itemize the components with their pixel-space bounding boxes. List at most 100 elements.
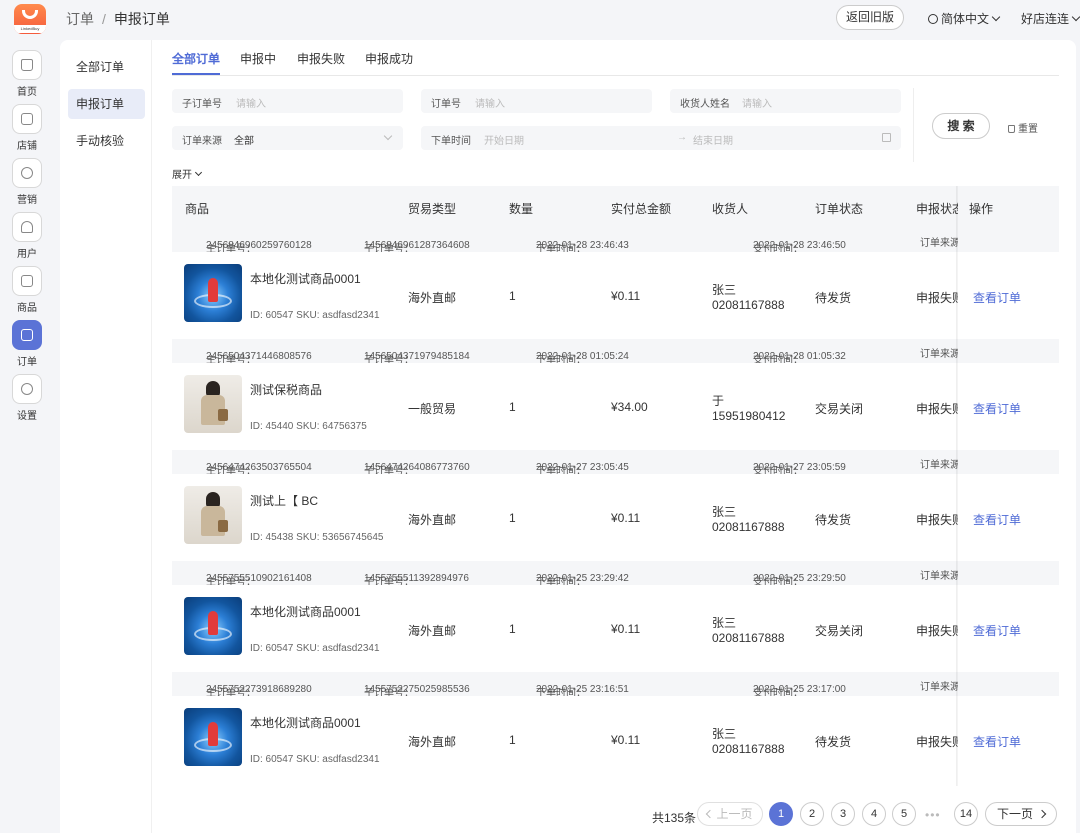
pay-time: 2022-01-25 23:17:00 [753, 684, 846, 695]
product-image[interactable] [184, 375, 242, 433]
page-ellipsis[interactable]: ••• [925, 808, 941, 822]
tab-all-orders[interactable]: 全部订单 [172, 50, 221, 75]
home-icon [12, 50, 42, 80]
page-1[interactable]: 1 [769, 802, 793, 826]
chevron-down-icon [1071, 12, 1080, 22]
quantity: 1 [509, 622, 516, 636]
trade-type: 海外直邮 [408, 291, 457, 305]
sidebar-item-product[interactable]: 商品 [10, 266, 44, 314]
column-header-amount: 实付总金额 [611, 202, 672, 216]
page-4[interactable]: 4 [862, 802, 886, 826]
sidebar-item-user[interactable]: 用户 [10, 212, 44, 260]
column-header-quantity: 数量 [509, 202, 534, 216]
actions-column: 操作 查看订单 查看订单 查看订单 查看订单 查看订单 [958, 186, 1059, 786]
view-order-link[interactable]: 查看订单 [973, 733, 1021, 750]
end-date-input[interactable]: 结束日期 [693, 132, 733, 147]
order-no-field[interactable]: 订单号 请输入 [421, 89, 652, 113]
page-14[interactable]: 14 [954, 802, 978, 826]
sidebar-item-order[interactable]: 订单 [10, 320, 44, 368]
prev-page-button[interactable]: 上一页 [697, 802, 763, 826]
quantity: 1 [509, 733, 516, 747]
field-placeholder: 请输入 [742, 99, 772, 110]
sidebar-item-marketing[interactable]: 营销 [10, 158, 44, 206]
page-2[interactable]: 2 [800, 802, 824, 826]
breadcrumb-orders[interactable]: 订单 [66, 11, 94, 27]
subnav-declared-orders[interactable]: 申报订单 [68, 89, 145, 119]
product-name[interactable]: 本地化测试商品0001 [250, 714, 361, 731]
product-image[interactable] [184, 264, 242, 322]
tab-declare-success[interactable]: 申报成功 [365, 50, 413, 75]
quantity: 1 [509, 289, 516, 303]
receiver-name: 张三 [712, 616, 737, 630]
sidebar-item-settings[interactable]: 设置 [10, 374, 44, 422]
sidebar-label: 店铺 [17, 141, 37, 152]
user-name: 好店连连 [1021, 12, 1070, 26]
language-selector[interactable]: 简体中文 [928, 10, 1001, 27]
search-button[interactable]: 搜 索 [932, 113, 990, 139]
view-order-link[interactable]: 查看订单 [973, 400, 1021, 417]
receiver-phone: 02081167888 [712, 520, 785, 534]
order-time-range[interactable]: 下单时间 开始日期 → 结束日期 [421, 126, 901, 150]
reset-button[interactable]: 重置 [1008, 120, 1038, 135]
view-order-link[interactable]: 查看订单 [973, 511, 1021, 528]
product-image[interactable] [184, 708, 242, 766]
expand-toggle[interactable]: 展开 [172, 166, 203, 181]
sidebar-label: 营销 [17, 195, 37, 206]
back-to-old-version-button[interactable]: 返回旧版 [836, 5, 904, 30]
sub-order-no-field[interactable]: 子订单号 请输入 [172, 89, 403, 113]
start-date-input[interactable]: 开始日期 [484, 132, 524, 147]
main-order-no: 2455755510902161408 [206, 573, 312, 584]
sidebar-label: 首页 [17, 87, 37, 98]
receiver-name: 张三 [712, 505, 737, 519]
trade-type: 海外直邮 [408, 624, 457, 638]
product-image[interactable] [184, 486, 242, 544]
language-label: 简体中文 [941, 12, 990, 26]
page-5[interactable]: 5 [892, 802, 916, 826]
next-label: 下一页 [996, 807, 1033, 821]
trade-type: 海外直邮 [408, 513, 457, 527]
chevron-left-icon [706, 809, 715, 819]
sidebar-item-home[interactable]: 首页 [10, 50, 44, 98]
view-order-link[interactable]: 查看订单 [973, 622, 1021, 639]
field-placeholder: 请输入 [236, 99, 266, 110]
subnav-all-orders[interactable]: 全部订单 [68, 52, 145, 82]
main-panel: 全部订单 申报订单 手动核验 全部订单 申报中 申报失败 申报成功 子订单号 请… [60, 40, 1076, 833]
main-order-no: 2456474263503765504 [206, 462, 312, 473]
product-name[interactable]: 测试保税商品 [250, 381, 322, 398]
order-time: 2022-01-27 23:05:45 [536, 462, 629, 473]
app-logo[interactable]: LinkedBuy [14, 4, 46, 34]
paid-amount: ¥0.11 [611, 511, 641, 525]
sub-order-no: 1456846961287364608 [364, 240, 470, 251]
product-name[interactable]: 本地化测试商品0001 [250, 603, 361, 620]
product-id-sku: ID: 60547 SKU: asdfasd2341 [250, 310, 380, 321]
sidebar-item-store[interactable]: 店铺 [10, 104, 44, 152]
receiver-name-field[interactable]: 收货人姓名 请输入 [670, 89, 901, 113]
table-header: 商品 贸易类型 数量 实付总金额 收货人 订单状态 申报状态 [172, 186, 1059, 228]
column-header-order-status: 订单状态 [815, 202, 864, 216]
order-meta-row: 主订单号： 2455752273918689280 子订单号： 14557522750… [172, 672, 1059, 696]
order-status: 待发货 [815, 513, 852, 527]
next-page-button[interactable]: 下一页 [985, 802, 1057, 826]
chevron-down-icon [991, 12, 1001, 22]
product-name[interactable]: 本地化测试商品0001 [250, 270, 361, 287]
globe-icon [928, 14, 938, 24]
view-order-link[interactable]: 查看订单 [973, 289, 1021, 306]
user-menu[interactable]: 好店连连 [1021, 10, 1080, 27]
paid-amount: ¥0.11 [611, 289, 641, 303]
subnav-manual-verify[interactable]: 手动核验 [68, 126, 145, 156]
calendar-icon [882, 133, 891, 142]
paid-amount: ¥34.00 [611, 400, 648, 414]
tab-declare-failed[interactable]: 申报失败 [297, 50, 345, 75]
field-label: 下单时间 [431, 136, 471, 147]
product-name[interactable]: 测试上【 BC [250, 492, 318, 509]
chevron-down-icon [194, 168, 203, 177]
tab-declaring[interactable]: 申报中 [240, 50, 276, 75]
product-image[interactable] [184, 597, 242, 655]
order-source-select[interactable]: 订单来源 全部 [172, 126, 403, 150]
chevron-right-icon [1037, 809, 1047, 819]
page-3[interactable]: 3 [831, 802, 855, 826]
order-time: 2022-01-28 23:46:43 [536, 240, 629, 251]
main-order-no: 2456846960259760128 [206, 240, 312, 251]
quantity: 1 [509, 511, 516, 525]
column-header-trade-type: 贸易类型 [408, 202, 457, 216]
